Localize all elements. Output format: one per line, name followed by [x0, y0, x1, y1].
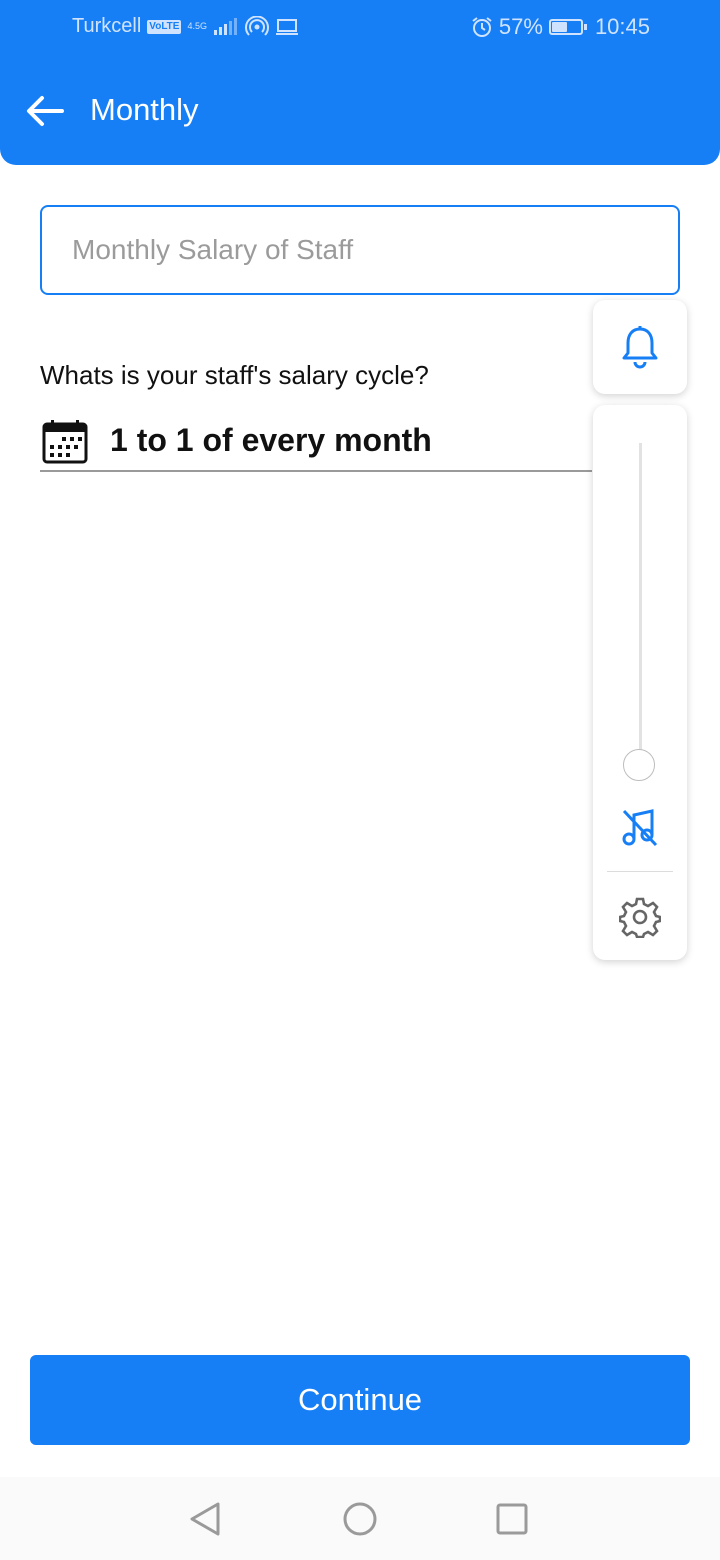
arrow-left-icon[interactable]	[22, 88, 68, 134]
battery-icon	[548, 19, 587, 35]
salary-cycle-selector[interactable]: 1 to 1 of every month	[40, 410, 592, 472]
signal-icon	[213, 17, 237, 35]
volume-slider-track[interactable]	[639, 443, 642, 765]
network-type: 4.5G	[187, 21, 207, 31]
music-off-icon[interactable]	[620, 807, 660, 847]
battery-percent: 57%	[498, 14, 543, 39]
hotspot-icon	[244, 15, 269, 36]
volume-slider-thumb[interactable]	[623, 749, 655, 781]
status-bar: Turkcell VoLTE 4.5G 57% 10:45	[0, 0, 720, 56]
clock: 10:45	[594, 14, 650, 39]
recents-square-icon[interactable]	[495, 1502, 529, 1536]
salary-cycle-value: 1 to 1 of every month	[110, 422, 432, 458]
system-nav-bar	[0, 1477, 720, 1560]
alarm-icon	[472, 17, 492, 37]
bell-icon[interactable]	[620, 325, 660, 369]
volume-panel	[593, 405, 687, 960]
volte-badge: VoLTE	[147, 19, 182, 34]
calendar-icon	[42, 420, 88, 464]
continue-button[interactable]: Continue	[30, 1355, 690, 1445]
ringer-mode-panel[interactable]	[593, 300, 687, 394]
salary-cycle-question: Whats is your staff's salary cycle?	[40, 360, 429, 390]
back-triangle-icon[interactable]	[188, 1501, 222, 1537]
home-circle-icon[interactable]	[342, 1501, 378, 1537]
carrier-label: Turkcell	[72, 15, 142, 37]
laptop-icon	[275, 18, 298, 35]
app-bar: Turkcell VoLTE 4.5G 57% 10:45 Monthly	[0, 0, 720, 165]
panel-divider	[607, 871, 673, 872]
monthly-salary-input[interactable]	[40, 205, 680, 295]
page-title: Monthly	[90, 92, 199, 127]
gear-icon[interactable]	[619, 896, 661, 938]
